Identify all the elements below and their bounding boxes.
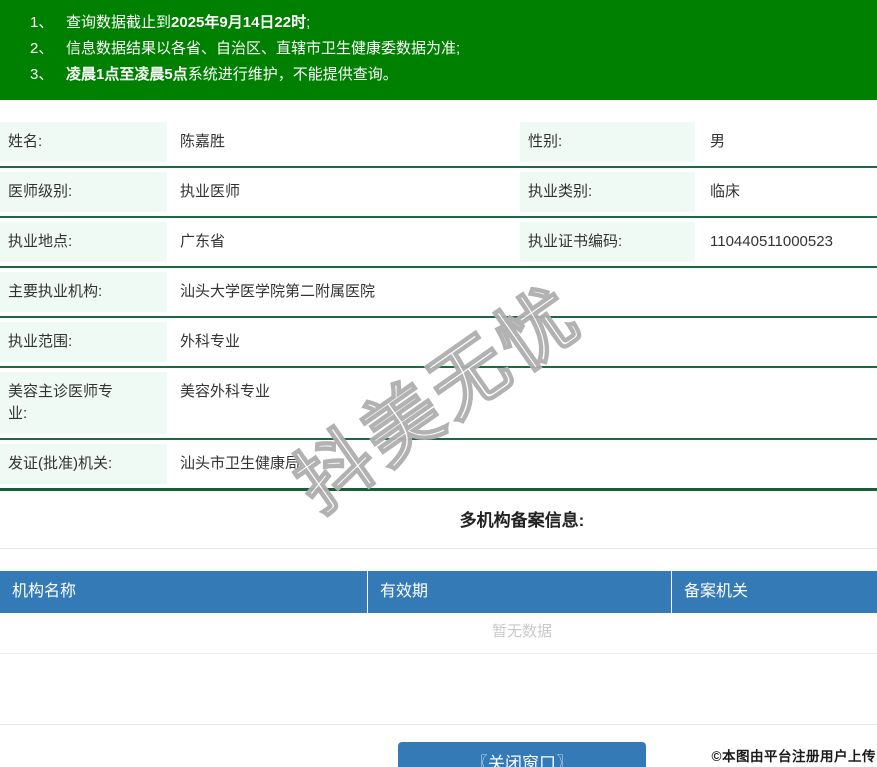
field-label-practice-category: 执业类别: bbox=[520, 168, 695, 216]
close-window-button[interactable]: 〖关闭窗口〗 bbox=[398, 742, 646, 767]
notice-text-bold: 2025年9月14日22时 bbox=[171, 14, 307, 31]
notice-text: 查询数据截止到 bbox=[66, 14, 172, 31]
multi-org-section-title: 多机构备案信息: bbox=[459, 511, 585, 530]
notice-number: 1、 bbox=[30, 14, 54, 31]
table-row: 发证(批准)机关: 汕头市卫生健康局 bbox=[0, 440, 877, 488]
field-value-cosmetic-specialty: 美容外科专业 bbox=[180, 383, 271, 400]
field-label-issuing-authority: 发证(批准)机关: bbox=[0, 440, 167, 488]
table-row: 执业范围: 外科专业 bbox=[0, 318, 877, 368]
field-value-doctor-level: 执业医师 bbox=[180, 183, 241, 200]
notice-text: 系统进行维护，不能提供查询。 bbox=[187, 66, 398, 83]
empty-data-message: 暂无数据 bbox=[0, 613, 877, 654]
query-result-page: 1、 查询数据截止到2025年9月14日22时; 2、 信息数据结果以各省、自治区、… bbox=[0, 0, 877, 767]
notice-number: 2、 bbox=[30, 40, 54, 57]
field-label-cosmetic-specialty: 美容主诊医师专业: bbox=[0, 368, 167, 438]
field-value-name: 陈嘉胜 bbox=[180, 133, 226, 150]
table-row: 执业地点: 广东省 执业证书编码: 110440511000523 bbox=[0, 218, 877, 268]
notice-text-bold: 凌晨1点至凌晨5点 bbox=[66, 66, 188, 83]
field-label-main-institution: 主要执业机构: bbox=[0, 268, 167, 316]
field-label-name: 姓名: bbox=[0, 118, 167, 166]
notice-text: ; bbox=[306, 14, 311, 31]
notice-number: 3、 bbox=[30, 66, 54, 83]
field-label-practice-scope: 执业范围: bbox=[0, 318, 167, 366]
column-header-filing-authority: 备案机关 bbox=[684, 583, 749, 600]
copyright-notice: ©本图由平台注册用户上传 bbox=[711, 749, 876, 764]
divider bbox=[0, 724, 877, 725]
field-value-main-institution: 汕头大学医学院第二附属医院 bbox=[180, 283, 376, 300]
doctor-info-table: 姓名: 陈嘉胜 性别: 男 医师级别: 执业医师 执业类别: 临床 执业地点: … bbox=[0, 118, 877, 491]
field-value-practice-category: 临床 bbox=[710, 183, 741, 200]
table-row: 美容主诊医师专业: 美容外科专业 bbox=[0, 368, 877, 440]
field-label-practice-location: 执业地点: bbox=[0, 218, 167, 266]
table-row: 主要执业机构: 汕头大学医学院第二附属医院 bbox=[0, 268, 877, 318]
field-label-doctor-level: 医师级别: bbox=[0, 168, 167, 216]
notice-text: 信息数据结果以各省、自治区、直辖市卫生健康委数据为准; bbox=[66, 40, 461, 57]
column-header-institution-name: 机构名称 bbox=[0, 571, 368, 613]
notice-banner: 1、 查询数据截止到2025年9月14日22时; 2、 信息数据结果以各省、自治区、… bbox=[0, 0, 877, 100]
field-label-certificate-number: 执业证书编码: bbox=[520, 218, 695, 266]
field-value-issuing-authority: 汕头市卫生健康局 bbox=[180, 455, 301, 472]
table-row: 医师级别: 执业医师 执业类别: 临床 bbox=[0, 168, 877, 218]
field-value-practice-scope: 外科专业 bbox=[180, 333, 241, 350]
table-row: 姓名: 陈嘉胜 性别: 男 bbox=[0, 118, 877, 168]
field-value-gender: 男 bbox=[710, 133, 726, 150]
column-header-validity-period: 有效期 bbox=[368, 571, 672, 613]
notice-line-3: 3、 凌晨1点至凌晨5点系统进行维护，不能提供查询。 bbox=[30, 62, 877, 88]
field-value-certificate-number: 110440511000523 bbox=[710, 233, 833, 250]
field-value-practice-location: 广东省 bbox=[180, 233, 226, 250]
field-label-gender: 性别: bbox=[520, 118, 695, 166]
notice-line-1: 1、 查询数据截止到2025年9月14日22时; bbox=[30, 10, 877, 36]
multi-org-table-header: 机构名称 有效期 备案机关 bbox=[0, 571, 877, 613]
notice-line-2: 2、 信息数据结果以各省、自治区、直辖市卫生健康委数据为准; bbox=[30, 36, 877, 62]
